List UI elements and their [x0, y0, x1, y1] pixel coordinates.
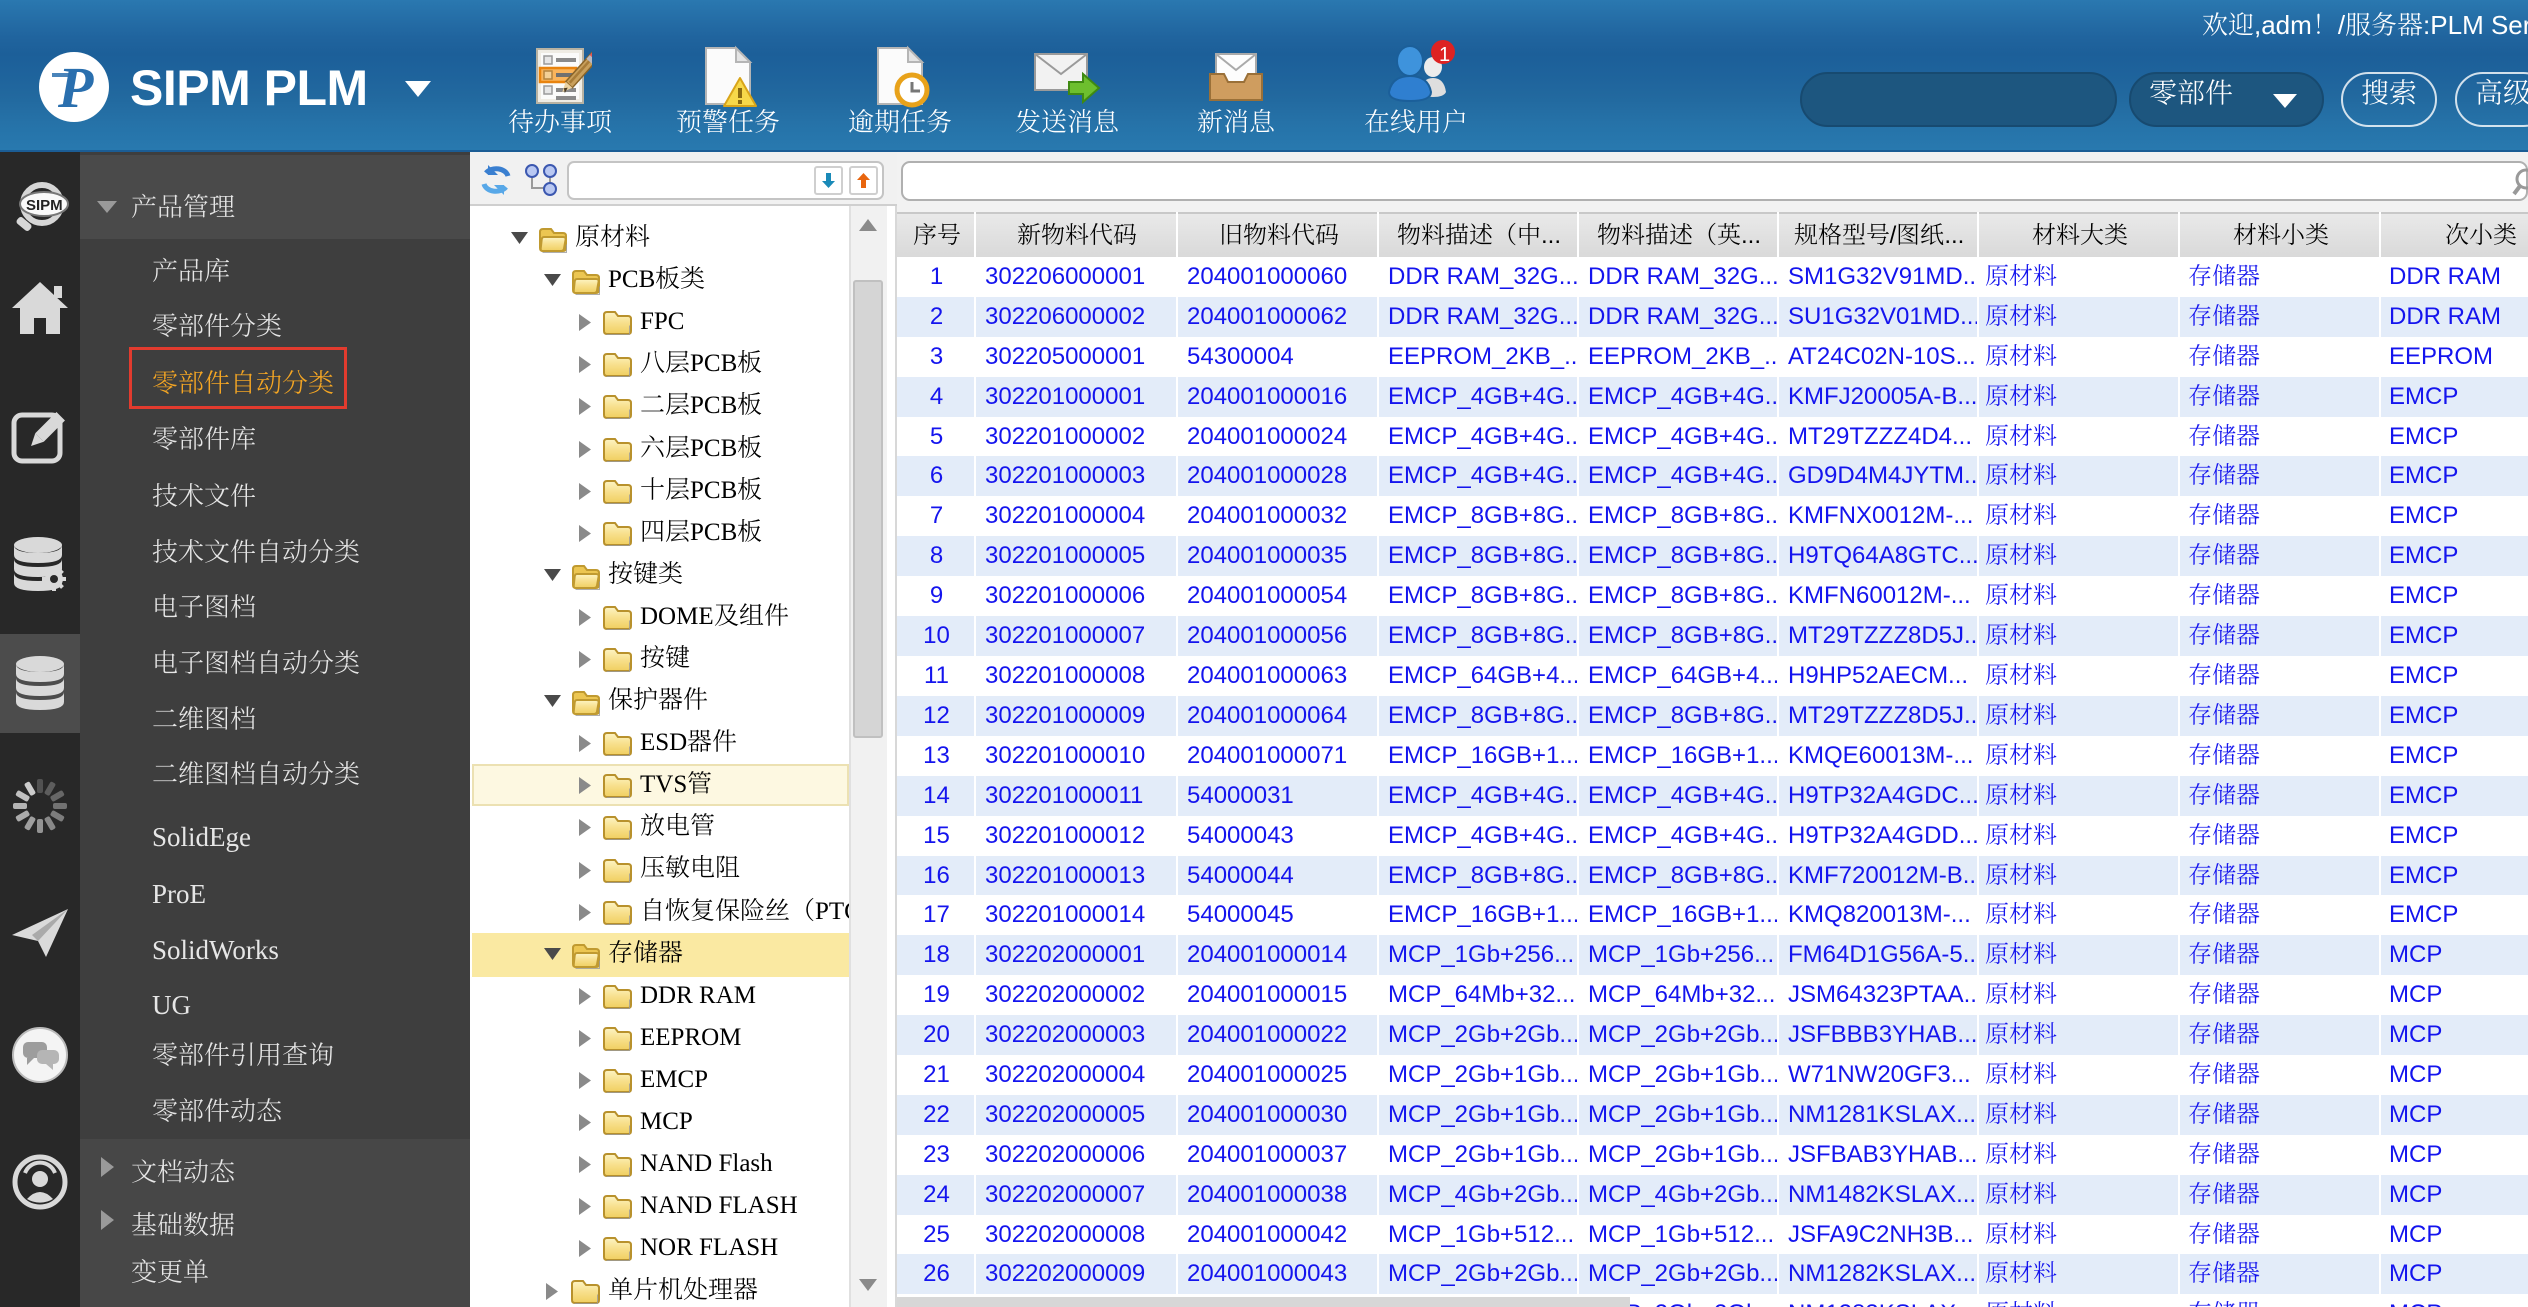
svg-text:SIPM: SIPM	[26, 197, 63, 214]
svg-text:1: 1	[1439, 44, 1450, 66]
svg-text:P: P	[57, 55, 94, 120]
